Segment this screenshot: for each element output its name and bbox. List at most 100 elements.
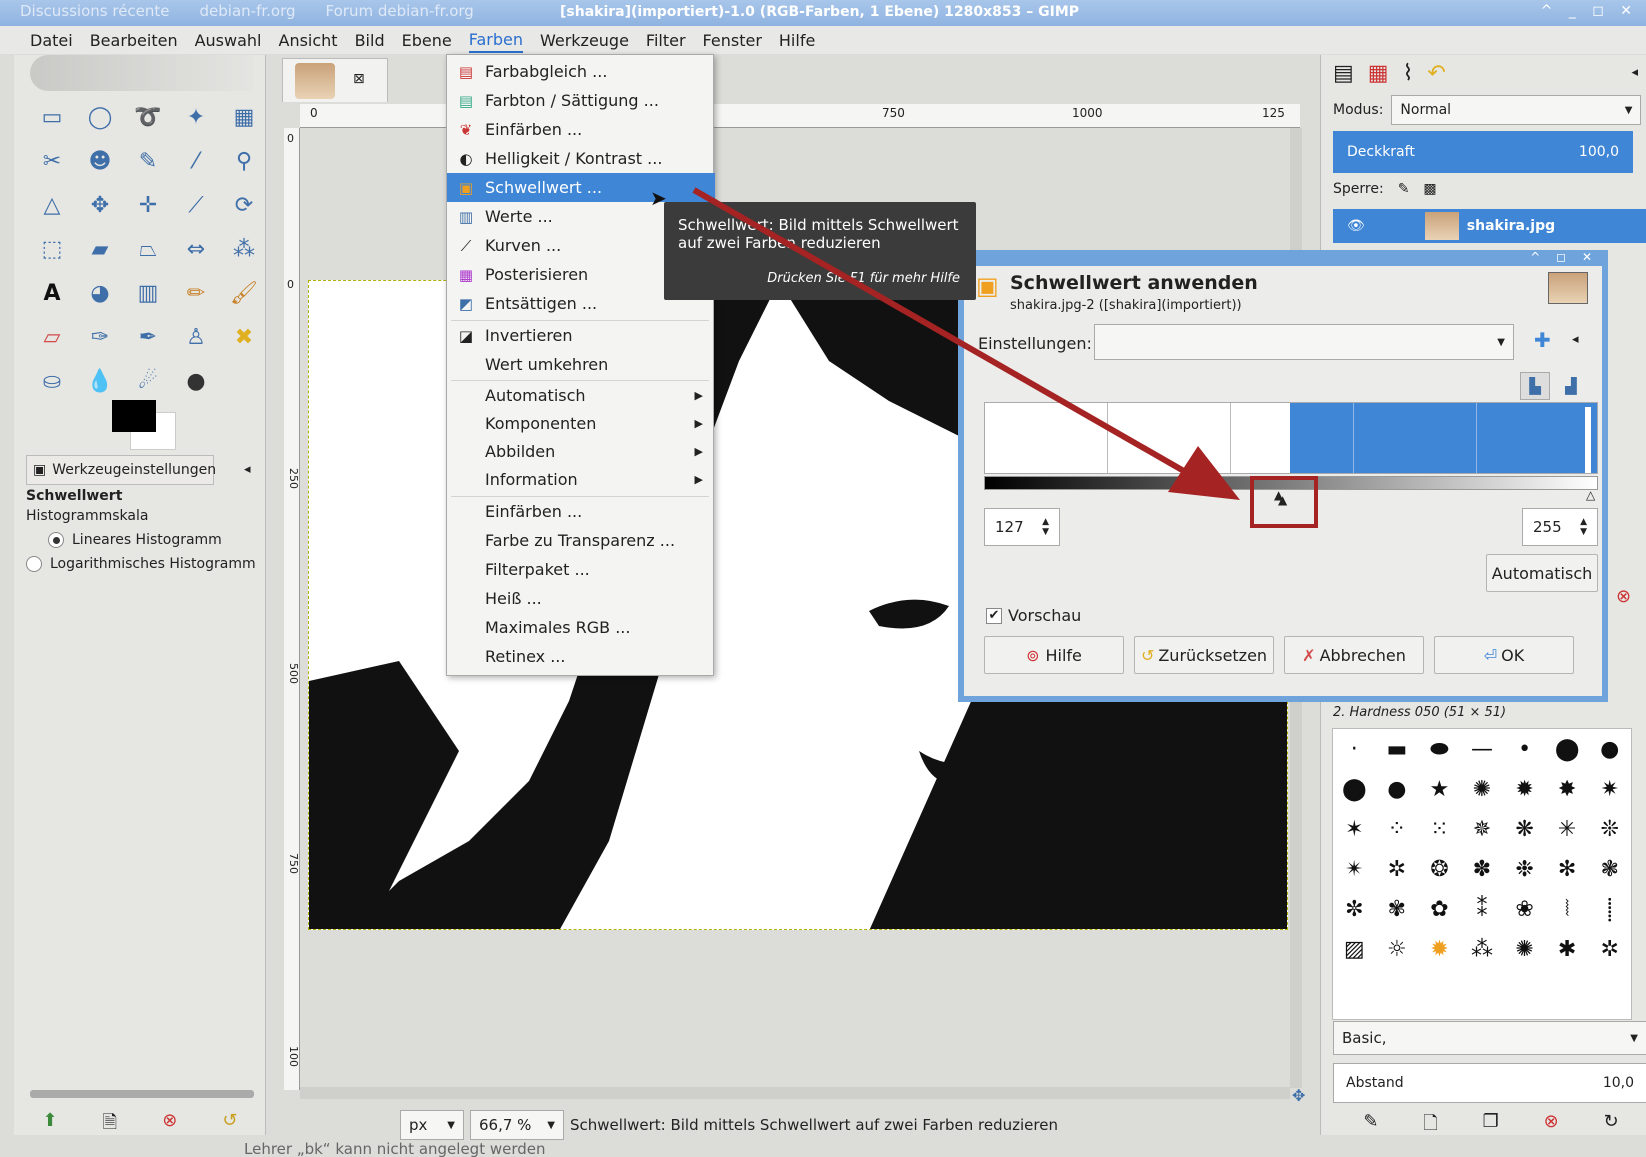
brush-item[interactable]: ▬ — [1376, 729, 1419, 769]
brush-item[interactable]: ❉ — [1503, 849, 1546, 889]
menu-item-einfaerben-2[interactable]: Einfärben ... — [447, 497, 715, 526]
paths-icon[interactable]: ✎ — [124, 139, 172, 183]
brush-item[interactable]: ❊ — [1588, 809, 1631, 849]
clone-icon[interactable]: ♙ — [172, 315, 220, 359]
crop-icon[interactable]: ⟋ — [172, 183, 220, 227]
menu-datei[interactable]: Datei — [30, 29, 73, 52]
low-threshold-spinner[interactable]: 127 ▲ ▼ — [984, 508, 1060, 546]
layer-row[interactable]: 👁 shakira.jpg — [1333, 209, 1646, 243]
menu-item-maximales-rgb[interactable]: Maximales RGB ... — [447, 613, 715, 642]
menu-item-filterpaket[interactable]: Filterpaket ... — [447, 555, 715, 584]
menu-item-automatisch[interactable]: Automatisch ▶ — [447, 381, 715, 410]
menu-werkzeuge[interactable]: Werkzeuge — [540, 29, 629, 52]
brush-item[interactable]: ✳ — [1546, 809, 1589, 849]
menu-item-schwellwert[interactable]: ▣ Schwellwert ... — [447, 173, 715, 202]
image-tab[interactable]: ⊠ — [282, 58, 388, 102]
browser-tab[interactable]: Discussions récente — [20, 2, 170, 20]
menu-item-information[interactable]: Information ▶ — [447, 465, 715, 494]
browser-tab[interactable]: Forum debian-fr.org — [326, 2, 474, 20]
menu-item-invertieren[interactable]: ◪ Invertieren — [447, 321, 715, 350]
ellipse-select-icon[interactable]: ◯ — [76, 95, 124, 139]
menu-hilfe[interactable]: Hilfe — [779, 29, 815, 52]
dialog-window-controls[interactable]: ^ ◻ ✕ — [1530, 250, 1598, 264]
automatisch-button[interactable]: Automatisch — [1486, 554, 1598, 592]
measure-icon[interactable]: △ — [28, 183, 76, 227]
brush-item[interactable]: ✲ — [1376, 849, 1419, 889]
layers-icon[interactable]: ▤ — [1333, 61, 1354, 86]
text-icon[interactable]: A — [28, 271, 76, 315]
brush-item[interactable]: ❀ — [1503, 889, 1546, 929]
spacing-slider[interactable]: Abstand 10,0 — [1333, 1063, 1646, 1103]
scissors-icon[interactable]: ✂ — [28, 139, 76, 183]
menu-item-heiss[interactable]: Heiß ... — [447, 584, 715, 613]
brush-item[interactable]: ✼ — [1333, 889, 1376, 929]
tool-options-menu-icon[interactable]: ◂ — [244, 462, 251, 477]
foreground-color-swatch[interactable] — [112, 400, 156, 432]
foreground-select-icon[interactable]: ☻ — [76, 139, 124, 183]
brush-item[interactable]: ✽ — [1461, 849, 1504, 889]
brush-item[interactable]: ✴ — [1333, 849, 1376, 889]
brush-item[interactable]: ✿ — [1418, 889, 1461, 929]
menu-item-retinex[interactable]: Retinex ... — [447, 642, 715, 671]
menu-item-wert-umkehren[interactable]: Wert umkehren — [447, 350, 715, 379]
horizontal-scrollbar[interactable] — [300, 1087, 1290, 1099]
align-icon[interactable]: ✛ — [124, 183, 172, 227]
zoom-icon[interactable]: ⚲ — [220, 139, 268, 183]
high-threshold-spinner[interactable]: 255 ▲ ▼ — [1522, 508, 1598, 546]
menu-bearbeiten[interactable]: Bearbeiten — [90, 29, 178, 52]
edit-brush-icon[interactable]: ✎ — [1363, 1111, 1378, 1141]
color-select-icon[interactable]: ▦ — [220, 95, 268, 139]
brush-item[interactable]: ☼ — [1376, 929, 1419, 969]
radio-dot[interactable] — [48, 532, 64, 548]
scale-icon[interactable]: ⬚ — [28, 227, 76, 271]
color-picker-icon[interactable]: ⁄ — [172, 139, 220, 183]
menu-item-farbabgleich[interactable]: ▤ Farbabgleich ... — [447, 57, 715, 86]
perspective-icon[interactable]: ⏢ — [124, 227, 172, 271]
menu-item-helligkeit[interactable]: ◐ Helligkeit / Kontrast ... — [447, 144, 715, 173]
bucket-fill-icon[interactable]: ◕ — [76, 271, 124, 315]
toolbox-scrollbar[interactable] — [30, 1090, 254, 1098]
perspective-clone-icon[interactable]: ⛀ — [28, 359, 76, 403]
menu-filter[interactable]: Filter — [646, 29, 686, 52]
heal-icon[interactable]: ✖ — [220, 315, 268, 359]
zoom-select[interactable]: 66,7 % ▼ — [470, 1110, 564, 1140]
menu-farben[interactable]: Farben — [468, 28, 523, 53]
window-controls[interactable]: ^ _ ◻ ✕ — [1541, 3, 1638, 19]
brush-item[interactable]: ⸽ — [1588, 889, 1631, 929]
smudge-icon[interactable]: ☄ — [124, 359, 172, 403]
brush-item[interactable]: ⁘ — [1376, 809, 1419, 849]
brush-item[interactable]: ⁂ — [1461, 929, 1504, 969]
close-icon[interactable]: ⊠ — [353, 71, 365, 87]
settings-select[interactable]: ▼ — [1094, 324, 1514, 360]
menu-item-farbton[interactable]: ▤ Farbton / Sättigung ... — [447, 86, 715, 115]
duplicate-brush-icon[interactable]: ❐ — [1483, 1111, 1499, 1141]
flip-icon[interactable]: ⇔ — [172, 227, 220, 271]
delete-options-icon[interactable]: ⊗ — [162, 1110, 177, 1140]
spin-arrows-icon[interactable]: ▲ ▼ — [1042, 517, 1049, 537]
brush-item[interactable]: ● — [1376, 769, 1419, 809]
menu-item-komponenten[interactable]: Komponenten ▶ — [447, 409, 715, 438]
brush-item[interactable]: ✷ — [1588, 769, 1631, 809]
cage-icon[interactable]: ⁂ — [220, 227, 268, 271]
menu-ebene[interactable]: Ebene — [402, 29, 452, 52]
ink-icon[interactable]: ✒ — [124, 315, 172, 359]
radio-log-histogram[interactable]: Logarithmisches Histogramm — [26, 556, 262, 572]
reset-button[interactable]: ↺ Zurücksetzen — [1134, 636, 1274, 674]
visibility-icon[interactable]: 👁 — [1347, 218, 1365, 234]
fuzzy-select-icon[interactable]: ✦ — [172, 95, 220, 139]
rotate-icon[interactable]: ⟳ — [220, 183, 268, 227]
brush-item[interactable]: · — [1333, 729, 1376, 769]
histogram-view[interactable] — [984, 402, 1598, 474]
paintbrush-icon[interactable]: 🖌 — [220, 271, 268, 315]
checkbox-checked-icon[interactable]: ✔ — [986, 607, 1002, 624]
preset-menu-icon[interactable]: ◂ — [1572, 332, 1579, 347]
preview-checkbox[interactable]: ✔ Vorschau — [986, 606, 1081, 625]
menu-item-einfaerben[interactable]: ❦ Einfärben ... — [447, 115, 715, 144]
brush-item[interactable]: ⬤ — [1546, 729, 1589, 769]
close-panel-icon[interactable]: ⊗ — [1616, 586, 1631, 607]
move-icon[interactable]: ✥ — [76, 183, 124, 227]
dodge-burn-icon[interactable]: ● — [172, 359, 220, 403]
brush-item[interactable]: ⬬ — [1418, 729, 1461, 769]
mode-select[interactable]: Normal ▼ — [1391, 95, 1642, 125]
brush-item[interactable]: ⬤ — [1333, 769, 1376, 809]
